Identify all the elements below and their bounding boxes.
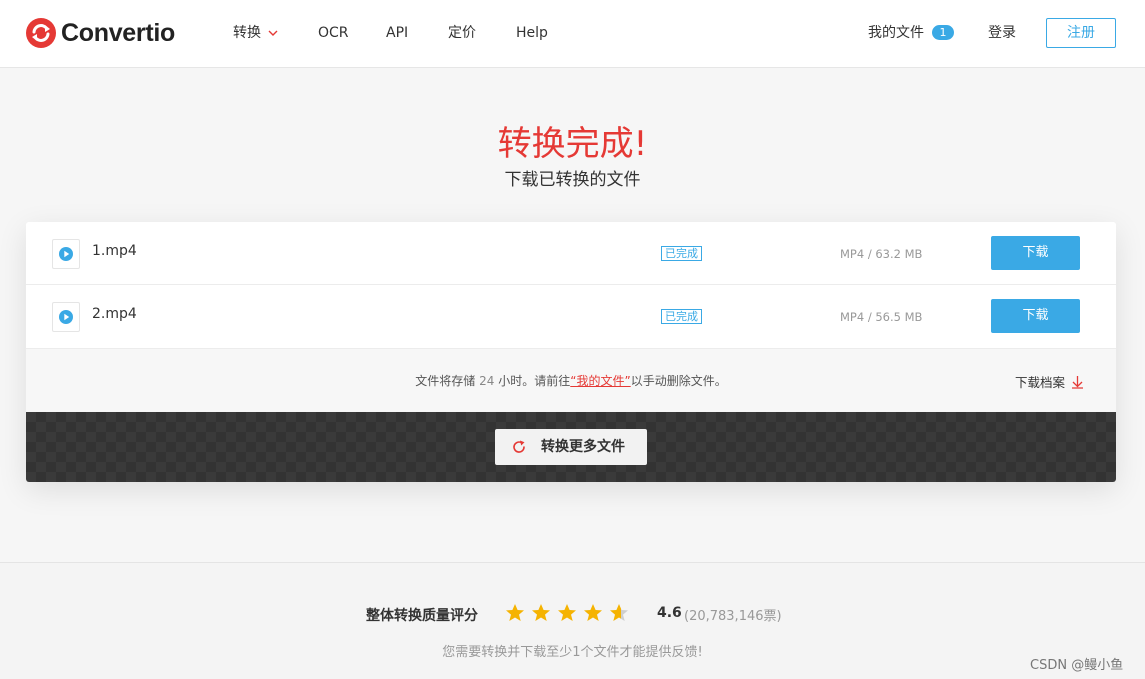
play-icon [59, 310, 73, 324]
convert-more-area: 转换更多文件 [26, 412, 1116, 482]
star-icon[interactable] [505, 603, 525, 623]
nav-ocr[interactable]: OCR [318, 24, 349, 42]
file-name: 2.mp4 [92, 306, 137, 322]
file-row: 1.mp4 已完成 MP4 / 63.2 MB 下载 [26, 222, 1116, 285]
file-format-size: MP4 / 56.5 MB [840, 310, 923, 324]
refresh-icon [513, 440, 525, 453]
file-name: 1.mp4 [92, 243, 137, 259]
download-arrow-icon [1072, 376, 1084, 389]
feedback-notice: 您需要转换并下载至少1个文件才能提供反馈! [442, 645, 703, 660]
login-link[interactable]: 登录 [988, 24, 1016, 42]
download-button[interactable]: 下载 [991, 299, 1080, 333]
rating-votes: (20,783,146票) [684, 609, 782, 624]
brand-name: Convertio [61, 18, 175, 47]
file-format-size: MP4 / 63.2 MB [840, 247, 923, 261]
rating-score: 4.6 [657, 605, 682, 621]
video-file-thumbnail[interactable] [52, 239, 80, 269]
status-badge: 已完成 [661, 246, 702, 261]
nav-convert[interactable]: 转换 [233, 24, 279, 42]
nav-api[interactable]: API [386, 24, 408, 42]
download-archive-link[interactable]: 下载档案 [1015, 372, 1084, 391]
page-title: 转换完成! [497, 124, 648, 164]
page-subtitle: 下载已转换的文件 [504, 170, 641, 190]
star-icon[interactable] [557, 603, 577, 623]
nav-help[interactable]: Help [516, 24, 548, 42]
storage-hours: 24 [479, 374, 495, 388]
storage-notice-middle: 小时。请前往 [498, 374, 571, 388]
nav-pricing[interactable]: 定价 [448, 24, 476, 42]
nav-convert-label: 转换 [233, 25, 261, 41]
top-header: Convertio 转换 OCR API 定价 Help 我的文件 1 登录 注册 [0, 0, 1145, 68]
star-icon[interactable] [609, 603, 629, 623]
my-files-inline-link[interactable]: “我的文件” [570, 374, 630, 388]
download-archive-label: 下载档案 [1015, 375, 1066, 390]
my-files-label: 我的文件 [868, 25, 924, 41]
my-files-count-badge: 1 [932, 25, 954, 40]
my-files-link[interactable]: 我的文件 1 [868, 24, 954, 42]
rating-stars[interactable] [505, 603, 635, 623]
rating-label: 整体转换质量评分 [366, 608, 478, 624]
play-icon [59, 247, 73, 261]
convert-more-label: 转换更多文件 [541, 439, 625, 455]
storage-notice-prefix: 文件将存储 [415, 374, 476, 388]
storage-info-bar: 文件将存储 24 小时。请前往“我的文件”以手动删除文件。 下载档案 [26, 348, 1116, 412]
status-badge: 已完成 [661, 309, 702, 324]
storage-notice-suffix: 以手动删除文件。 [630, 374, 727, 388]
register-button[interactable]: 注册 [1046, 18, 1116, 48]
star-icon[interactable] [531, 603, 551, 623]
convert-more-button[interactable]: 转换更多文件 [495, 429, 647, 465]
convertio-logo-icon [26, 18, 56, 48]
converted-files-card: 1.mp4 已完成 MP4 / 63.2 MB 下载 2.mp4 已完成 MP4… [26, 222, 1116, 482]
brand-logo[interactable]: Convertio [26, 17, 175, 49]
star-icon[interactable] [583, 603, 603, 623]
csdn-watermark: CSDN @鳗小鱼 [1030, 658, 1124, 673]
video-file-thumbnail[interactable] [52, 302, 80, 332]
download-button[interactable]: 下载 [991, 236, 1080, 270]
chevron-down-icon [268, 30, 278, 36]
rating-section: 整体转换质量评分 4.6 (20,783,146票) 您需要转换并下载至少1个文… [0, 562, 1145, 679]
storage-notice: 文件将存储 24 小时。请前往“我的文件”以手动删除文件。 [26, 372, 1116, 389]
file-row: 2.mp4 已完成 MP4 / 56.5 MB 下载 [26, 285, 1116, 348]
